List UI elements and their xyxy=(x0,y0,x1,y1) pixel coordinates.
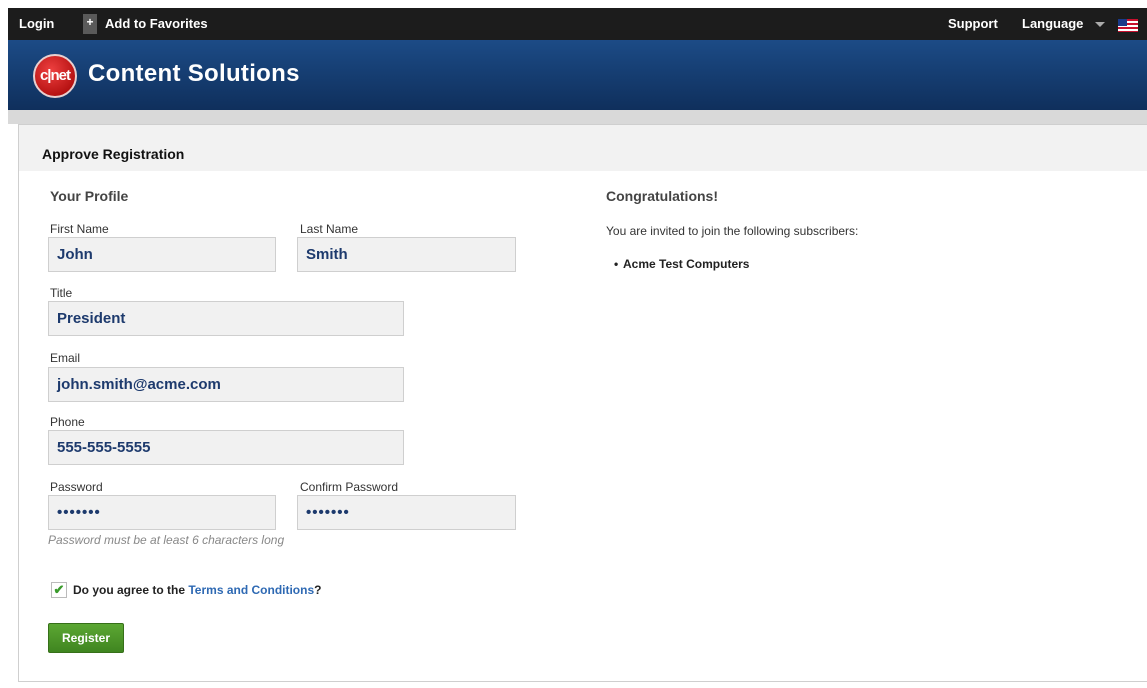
confirm-password-label: Confirm Password xyxy=(300,480,399,494)
divider-strip xyxy=(8,110,1147,124)
first-name-label: First Name xyxy=(50,222,109,236)
login-link[interactable]: Login xyxy=(19,8,54,40)
confirm-password-field[interactable]: ••••••• xyxy=(297,495,516,530)
terms-link[interactable]: Terms and Conditions xyxy=(188,583,314,597)
cnet-logo[interactable]: c|net xyxy=(33,54,77,98)
language-dropdown[interactable]: Language xyxy=(1022,8,1083,40)
panel-header: Approve Registration xyxy=(19,125,1147,171)
title-label: Title xyxy=(50,286,73,300)
password-label: Password xyxy=(50,480,103,494)
subscriber-item: Acme Test Computers xyxy=(614,257,750,271)
approve-registration-panel: Approve Registration Your Profile First … xyxy=(18,124,1147,682)
last-name-label: Last Name xyxy=(300,222,359,236)
brand-title: Content Solutions xyxy=(88,60,300,87)
plus-icon[interactable]: + xyxy=(83,14,97,34)
add-to-favorites-link[interactable]: Add to Favorites xyxy=(105,8,208,40)
header-banner: c|net Content Solutions xyxy=(8,40,1147,110)
email-field[interactable]: john.smith@acme.com xyxy=(48,367,404,402)
password-hint: Password must be at least 6 characters l… xyxy=(48,533,285,547)
checkmark-icon[interactable]: ✔ xyxy=(51,582,67,598)
register-button[interactable]: Register xyxy=(48,623,124,653)
first-name-field[interactable]: John xyxy=(48,237,276,272)
agree-suffix: ? xyxy=(314,583,322,597)
support-link[interactable]: Support xyxy=(948,8,998,40)
email-label: Email xyxy=(50,351,81,365)
top-bar: Login + Add to Favorites Support Languag… xyxy=(8,8,1147,40)
last-name-field[interactable]: Smith xyxy=(297,237,516,272)
phone-label: Phone xyxy=(50,415,85,429)
title-field[interactable]: President xyxy=(48,301,404,336)
caret-down-icon[interactable] xyxy=(1095,22,1105,27)
terms-agreement: Do you agree to the Terms and Conditions… xyxy=(73,583,322,597)
phone-field[interactable]: 555-555-5555 xyxy=(48,430,404,465)
password-field[interactable]: ••••••• xyxy=(48,495,276,530)
invite-text: You are invited to join the following su… xyxy=(606,224,859,238)
congratulations-heading: Congratulations! xyxy=(606,188,718,204)
agree-prefix: Do you agree to the xyxy=(73,583,186,597)
us-flag-icon[interactable] xyxy=(1118,19,1138,32)
panel-title: Approve Registration xyxy=(42,146,185,162)
your-profile-heading: Your Profile xyxy=(50,188,129,204)
